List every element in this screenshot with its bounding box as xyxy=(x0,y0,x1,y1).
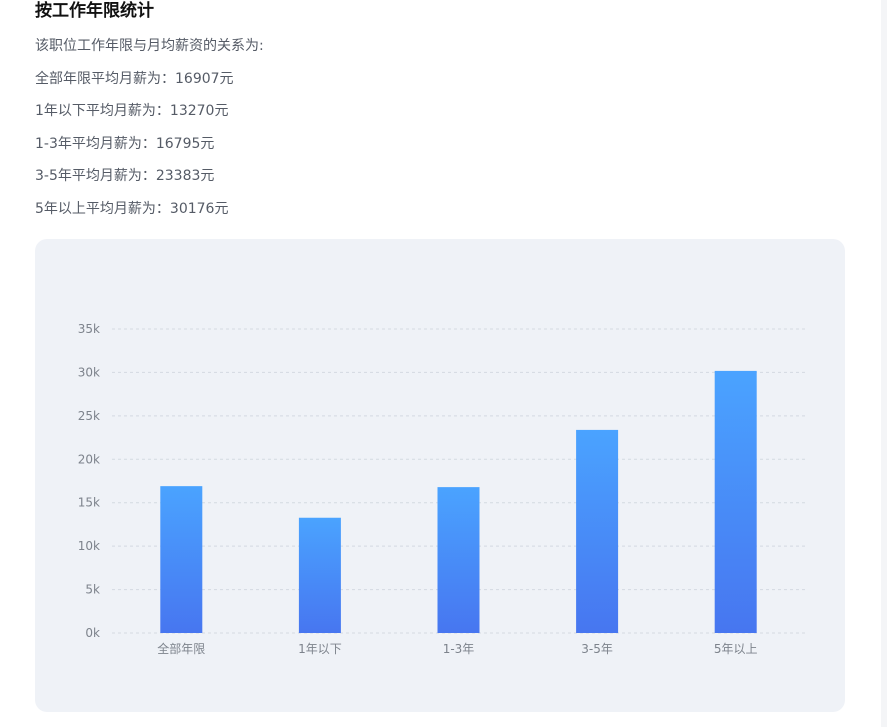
avg-salary-line: 3-5年平均月薪为：23383元 xyxy=(35,168,215,184)
bar[interactable] xyxy=(160,486,203,633)
intro-text: 该职位工作年限与月均薪资的关系为: xyxy=(35,38,264,54)
avg-salary-line: 1年以下平均月薪为：13270元 xyxy=(35,103,229,119)
bar[interactable] xyxy=(298,517,341,633)
x-tick-label: 3-5年 xyxy=(581,642,613,656)
bar[interactable] xyxy=(714,370,757,633)
y-tick-label: 15k xyxy=(78,496,100,510)
x-tick-label: 全部年限 xyxy=(157,641,205,656)
salary-bar-chart: 0k 5k 10k 15k 20k 25k 30k 35k 全部年限 1年以下 1-3年 3-5年 5年… xyxy=(78,322,805,656)
x-tick-label: 5年以上 xyxy=(714,642,758,656)
y-tick-label: 25k xyxy=(78,409,100,423)
y-tick-label: 5k xyxy=(85,583,100,597)
section-title: 按工作年限统计 xyxy=(35,1,154,21)
y-tick-label: 30k xyxy=(78,365,100,379)
scrollbar-track[interactable] xyxy=(881,0,887,727)
salary-by-experience-section: 按工作年限统计 该职位工作年限与月均薪资的关系为: 全部年限平均月薪为：1690… xyxy=(0,0,887,727)
x-tick-label: 1-3年 xyxy=(443,642,475,656)
salary-chart-card: 0k 5k 10k 15k 20k 25k 30k 35k 全部年限 1年以下 1-3年 3-5年 5年… xyxy=(35,239,845,712)
y-tick-label: 35k xyxy=(78,322,100,336)
x-tick-label: 1年以下 xyxy=(298,642,342,656)
avg-salary-line: 1-3年平均月薪为：16795元 xyxy=(35,136,215,152)
bar[interactable] xyxy=(576,429,619,633)
avg-salary-line: 5年以上平均月薪为：30176元 xyxy=(35,201,229,217)
y-tick-label: 10k xyxy=(78,539,100,553)
y-tick-label: 0k xyxy=(85,626,100,640)
avg-salary-line: 全部年限平均月薪为：16907元 xyxy=(35,71,234,87)
bar[interactable] xyxy=(437,487,480,633)
y-tick-label: 20k xyxy=(78,452,100,466)
